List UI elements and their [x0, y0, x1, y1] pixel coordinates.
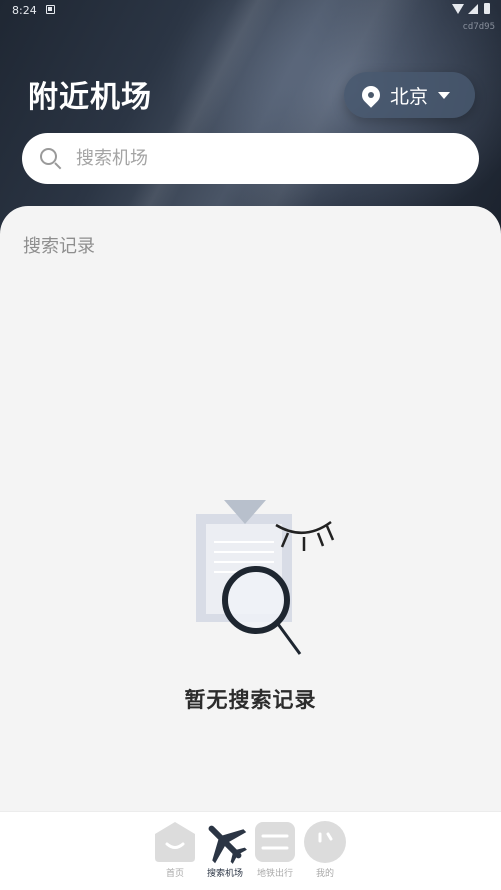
search-history-panel: 搜索记录 暂无搜索记录 [0, 206, 501, 811]
status-bar: 8:24 [0, 0, 501, 22]
location-pin-icon [358, 82, 384, 108]
watermark: cd7d95 [462, 22, 495, 32]
screen: 8:24 cd7d95 附近机场 北京 搜索记录 [0, 0, 501, 890]
page-title: 附近机场 [28, 80, 152, 115]
notification-icon [46, 5, 55, 14]
city-selector[interactable]: 北京 [344, 72, 475, 118]
wifi-icon [452, 4, 464, 14]
nav-label: 我的 [315, 869, 334, 879]
caret-down-icon [438, 91, 451, 99]
profile-icon [303, 820, 347, 864]
subway-icon [253, 820, 297, 864]
signal-icon [468, 4, 478, 14]
battery-icon [484, 3, 490, 14]
search-input[interactable] [76, 148, 436, 169]
home-icon [153, 820, 197, 864]
status-time: 8:24 [12, 4, 37, 17]
section-title: 搜索记录 [23, 236, 95, 257]
empty-search-icon [196, 500, 335, 655]
nav-item-profile[interactable]: 我的 [300, 820, 350, 880]
header-background [0, 0, 501, 259]
search-bar[interactable] [22, 133, 479, 184]
airplane-icon [203, 820, 247, 864]
empty-state-text: 暂无搜索记录 [184, 688, 317, 712]
city-label: 北京 [390, 85, 429, 108]
bottom-navigation: 首页 搜索机场 地铁出行 我的 [0, 811, 501, 890]
empty-state-illustration [190, 500, 340, 660]
search-icon [40, 147, 62, 170]
